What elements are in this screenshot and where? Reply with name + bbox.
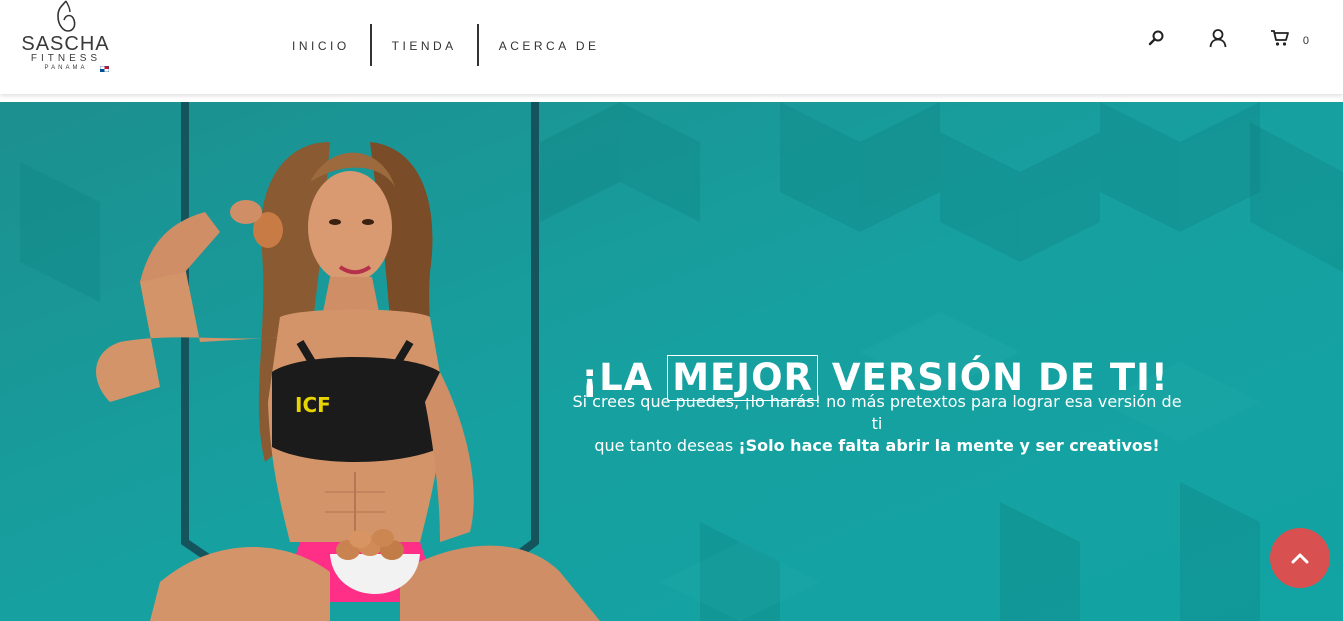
hero-banner: ICF ¡LA MEJOR VERSIÓN DE TI! Si crees qu… [0, 102, 1343, 621]
logo-drop-icon [57, 0, 76, 32]
search-icon[interactable] [1145, 27, 1167, 49]
logo[interactable]: SASCHA FITNESS PANAMA [18, 0, 113, 78]
site-header: SASCHA FITNESS PANAMA INICIO TIENDA ACER… [0, 0, 1343, 94]
hero-text-emphasis: ¡Solo hace falta abrir la mente y ser cr… [738, 436, 1160, 455]
nav-item-tienda[interactable]: TIENDA [372, 24, 477, 66]
fitness-model-image: ICF [96, 142, 600, 621]
logo-region: PANAMA [44, 65, 88, 71]
nav-item-inicio[interactable]: INICIO [272, 24, 370, 66]
nav-item-acerca-de[interactable]: ACERCA DE [479, 24, 620, 66]
user-icon[interactable] [1207, 27, 1229, 49]
header-actions: 0 [1145, 26, 1309, 50]
svg-text:ICF: ICF [295, 393, 331, 417]
flag-icon [100, 66, 109, 72]
back-to-top-button[interactable] [1270, 528, 1330, 588]
main-nav: INICIO TIENDA ACERCA DE [272, 24, 620, 66]
logo-name: SASCHA [21, 33, 110, 55]
cart-icon[interactable] [1269, 27, 1291, 49]
hero-description: Si crees que puedes, ¡lo harás! no más p… [572, 391, 1182, 457]
cart-count[interactable]: 0 [1303, 35, 1309, 47]
chevron-up-icon [1291, 553, 1309, 564]
logo-tagline: FITNESS [30, 53, 102, 64]
hero-text-line2: que tanto deseas [594, 436, 739, 455]
hero-text-line1: Si crees que puedes, ¡lo harás! no más p… [572, 392, 1182, 433]
